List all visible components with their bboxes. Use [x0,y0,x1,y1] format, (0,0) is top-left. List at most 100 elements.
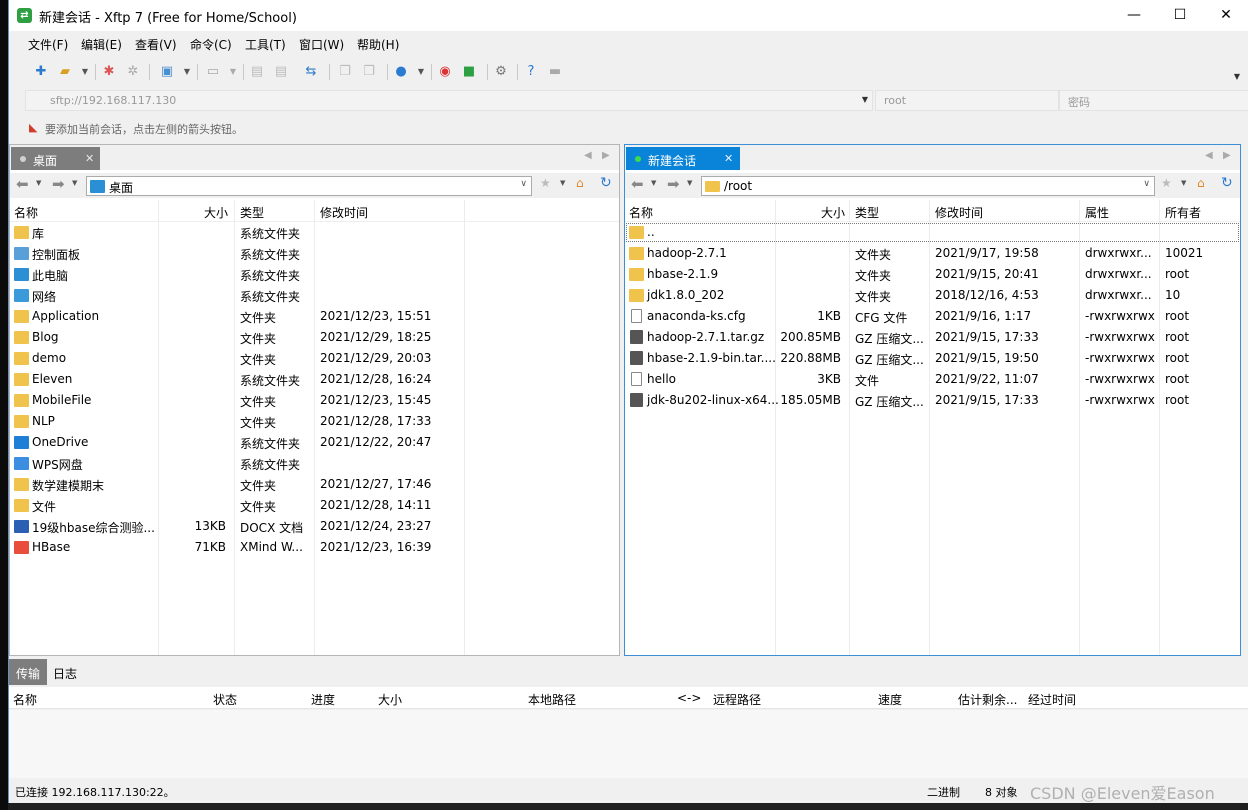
column-local-path[interactable]: 本地路径 [528,691,576,708]
open-folder-icon[interactable]: ▰ [55,62,75,82]
menu-window[interactable]: 窗口(W) [299,36,344,53]
column-status[interactable]: 状态 [213,691,237,708]
file-row[interactable]: 库 系统文件夹 [10,222,619,243]
file-row[interactable]: hadoop-2.7.1 文件夹 2021/9/17, 19:58 drwxrwxr.… [625,243,1240,264]
host-input[interactable]: sftp://192.168.117.130 [25,90,873,111]
terminal-dropdown-icon[interactable]: ▼ [223,62,243,82]
file-row[interactable]: hadoop-2.7.1.tar.gz 200.85MB GZ 压缩文... 2021… [625,327,1240,348]
file-row[interactable]: 文件 文件夹 2021/12/28, 14:11 [10,495,619,516]
menu-command[interactable]: 命令(C) [190,36,232,53]
help-icon[interactable]: ? [521,62,541,82]
back-icon[interactable]: ⬅ [631,175,644,193]
column-name[interactable]: 名称 [13,691,37,708]
file-row[interactable]: 19级hbase综合测验... 13KB DOCX 文档 2021/12/24, 23… [10,516,619,537]
column-mtime[interactable]: 修改时间 [935,204,983,221]
file-row[interactable]: hbase-2.1.9-bin.tar.... 220.88MB GZ 压缩文...… [625,348,1240,369]
xshell-icon[interactable]: ◉ [435,62,455,82]
transfer-icon[interactable]: ⇆ [301,62,321,82]
home-icon[interactable]: ⌂ [1197,176,1205,190]
properties-icon[interactable]: ▣ [157,62,177,82]
chat-icon[interactable]: ▬ [545,62,565,82]
file-row[interactable]: demo 文件夹 2021/12/29, 20:03 [10,348,619,369]
remote-path-input[interactable]: /root ∨ [701,176,1155,196]
close-window-button[interactable]: ✕ [1203,0,1248,31]
column-size[interactable]: 大小 [204,204,228,221]
column-mtime[interactable]: 修改时间 [320,204,368,221]
close-tab-icon[interactable]: ✕ [85,152,94,165]
column-eta[interactable]: 估计剩余... [958,691,1017,708]
column-direction[interactable]: <-> [677,691,701,705]
new-session-icon[interactable]: ✚ [31,62,51,82]
menu-help[interactable]: 帮助(H) [357,36,399,53]
column-type[interactable]: 类型 [855,204,879,221]
home-icon[interactable]: ⌂ [576,176,584,190]
gear-icon[interactable]: ⚙ [491,62,511,82]
file-row[interactable]: HBase 71KB XMind W... 2021/12/23, 16:39 [10,537,619,558]
file-row[interactable]: Blog 文件夹 2021/12/29, 18:25 [10,327,619,348]
file-row[interactable]: 数学建模期末 文件夹 2021/12/27, 17:46 [10,474,619,495]
tab-transfers[interactable]: 传输 [9,659,47,685]
file-row[interactable]: Application 文件夹 2021/12/23, 15:51 [10,306,619,327]
file-row[interactable]: OneDrive 系统文件夹 2021/12/22, 20:47 [10,432,619,453]
column-owner[interactable]: 所有者 [1165,204,1201,221]
upload-icon[interactable]: ▤ [247,62,267,82]
back-dropdown-icon[interactable]: ▼ [651,179,656,187]
local-path-input[interactable]: 桌面 ∨ [86,176,532,196]
toolbar-overflow-icon[interactable]: ▼ [1227,67,1247,87]
close-tab-icon[interactable]: ✕ [724,152,733,165]
file-row[interactable]: anaconda-ks.cfg 1KB CFG 文件 2021/9/16, 1:17 -… [625,306,1240,327]
file-row[interactable]: 控制面板 系统文件夹 [10,243,619,264]
file-row[interactable]: jdk-8u202-linux-x64... 185.05MB GZ 压缩文... 2… [625,390,1240,411]
tab-scroll-left-icon[interactable]: ◀ [1205,150,1213,161]
file-row[interactable]: hello 3KB 文件 2021/9/22, 11:07 -rwxrwxrwx root [625,369,1240,390]
tab-log[interactable]: 日志 [47,659,83,685]
properties-dropdown-icon[interactable]: ▼ [177,62,197,82]
menu-tools[interactable]: 工具(T) [245,36,286,53]
paste-icon[interactable]: ❐ [359,62,379,82]
xftp-icon[interactable]: ■ [459,62,479,82]
column-progress[interactable]: 进度 [311,691,335,708]
menu-file[interactable]: 文件(F) [28,36,68,53]
file-row[interactable]: jdk1.8.0_202 文件夹 2018/12/16, 4:53 drwxrwxr.… [625,285,1240,306]
column-size[interactable]: 大小 [821,204,845,221]
file-row[interactable]: Eleven 系统文件夹 2021/12/28, 16:24 [10,369,619,390]
refresh-icon[interactable]: ↻ [600,175,612,191]
tab-scroll-right-icon[interactable]: ▶ [1223,150,1231,161]
favorites-icon[interactable]: ★ [540,176,551,190]
column-speed[interactable]: 速度 [878,691,902,708]
disconnect-icon[interactable]: ✱ [99,62,119,82]
back-icon[interactable]: ⬅ [16,175,29,193]
menu-view[interactable]: 查看(V) [135,36,177,53]
favorites-dropdown-icon[interactable]: ▼ [1181,179,1186,187]
terminal-icon[interactable]: ▭ [203,62,223,82]
column-size[interactable]: 大小 [378,691,402,708]
minimize-button[interactable]: — [1111,0,1157,31]
column-remote-path[interactable]: 远程路径 [713,691,761,708]
file-row[interactable]: 此电脑 系统文件夹 [10,264,619,285]
forward-dropdown-icon[interactable]: ▼ [72,179,77,187]
tab-scroll-left-icon[interactable]: ◀ [584,150,592,161]
path-dropdown-icon[interactable]: ∨ [1143,179,1150,189]
tab-scroll-right-icon[interactable]: ▶ [602,150,610,161]
file-row[interactable]: MobileFile 文件夹 2021/12/23, 15:45 [10,390,619,411]
menu-edit[interactable]: 编辑(E) [81,36,122,53]
column-attributes[interactable]: 属性 [1085,204,1109,221]
reconnect-icon[interactable]: ✲ [123,62,143,82]
column-type[interactable]: 类型 [240,204,264,221]
refresh-icon[interactable]: ↻ [1221,175,1233,191]
globe-icon[interactable]: ● [391,62,411,82]
tab-local-desktop[interactable]: 桌面 ✕ [11,147,100,170]
host-dropdown-icon[interactable]: ▼ [855,90,875,110]
username-input[interactable]: root [875,90,1059,111]
globe-dropdown-icon[interactable]: ▼ [411,62,431,82]
forward-icon[interactable]: ➡ [667,175,680,193]
forward-dropdown-icon[interactable]: ▼ [687,179,692,187]
favorites-icon[interactable]: ★ [1161,176,1172,190]
maximize-button[interactable]: ☐ [1157,0,1203,31]
file-row[interactable]: .. [625,222,1240,243]
tab-remote-session[interactable]: 新建会话 ✕ [626,147,740,170]
open-dropdown-icon[interactable]: ▼ [75,62,95,82]
forward-icon[interactable]: ➡ [52,175,65,193]
add-session-arrow-icon[interactable]: ◣ [29,121,37,134]
file-row[interactable]: NLP 文件夹 2021/12/28, 17:33 [10,411,619,432]
